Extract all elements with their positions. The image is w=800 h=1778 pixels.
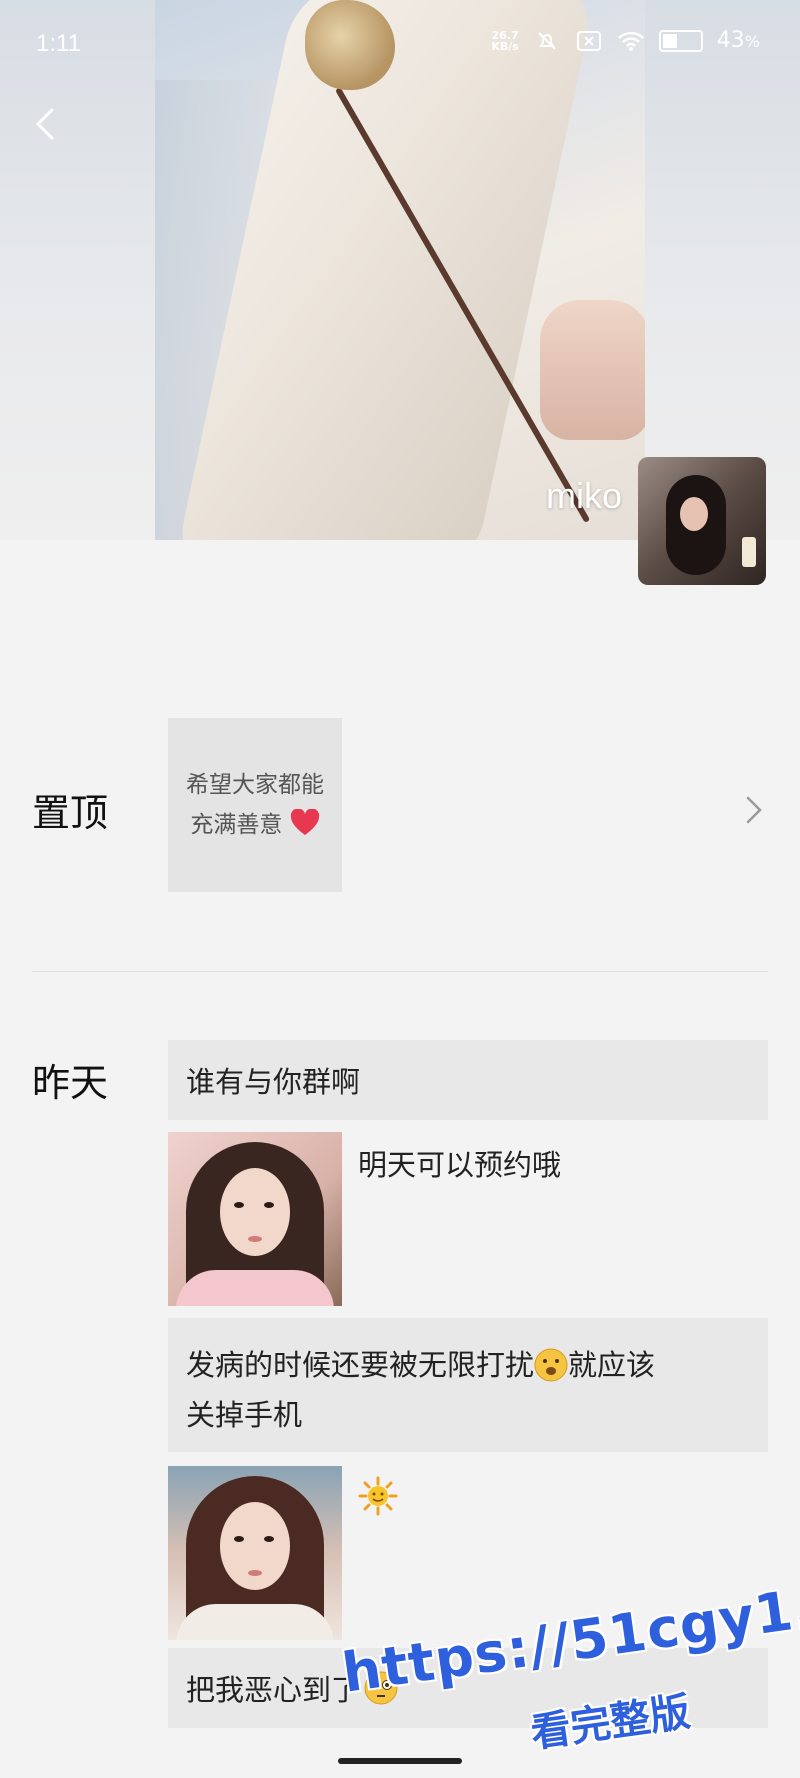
status-time: 1:11 (36, 30, 81, 57)
pinned-label: 置顶 (32, 791, 109, 835)
battery-icon (658, 29, 703, 52)
no-sim-icon (575, 30, 603, 52)
home-indicator[interactable] (338, 1758, 462, 1764)
mute-icon (533, 30, 561, 52)
photo-post-thumbnail[interactable] (168, 1132, 342, 1306)
wifi-icon (617, 30, 645, 52)
text-post[interactable]: 发病的时候还要被无限打扰 就应该 关掉手机 (168, 1318, 768, 1452)
sun-emoji-icon (358, 1476, 398, 1516)
yesterday-label: 昨天 (32, 1061, 109, 1105)
pinned-post[interactable]: 希望大家都能 充满善意 (168, 718, 342, 892)
status-bar: 1:11 26.7 KB/s 43% (0, 0, 800, 92)
section-divider (32, 971, 768, 972)
zipper-mouth-emoji-icon (534, 1347, 568, 1382)
profile-avatar[interactable] (638, 457, 766, 585)
profile-username: miko (545, 475, 622, 516)
battery-percent: 43% (716, 28, 760, 53)
photo-post-caption: 明天可以预约哦 (358, 1148, 562, 1182)
chevron-left-icon (35, 108, 54, 140)
heart-emoji-icon (290, 808, 320, 837)
back-button[interactable] (26, 104, 66, 144)
network-speed: 26.7 KB/s (491, 28, 519, 53)
pinned-more-chevron[interactable] (742, 792, 766, 828)
text-post[interactable]: 谁有与你群啊 (168, 1040, 768, 1120)
photo-post-thumbnail[interactable] (168, 1466, 342, 1640)
chevron-right-icon (746, 796, 762, 824)
status-icons: 26.7 KB/s 43% (491, 28, 760, 53)
